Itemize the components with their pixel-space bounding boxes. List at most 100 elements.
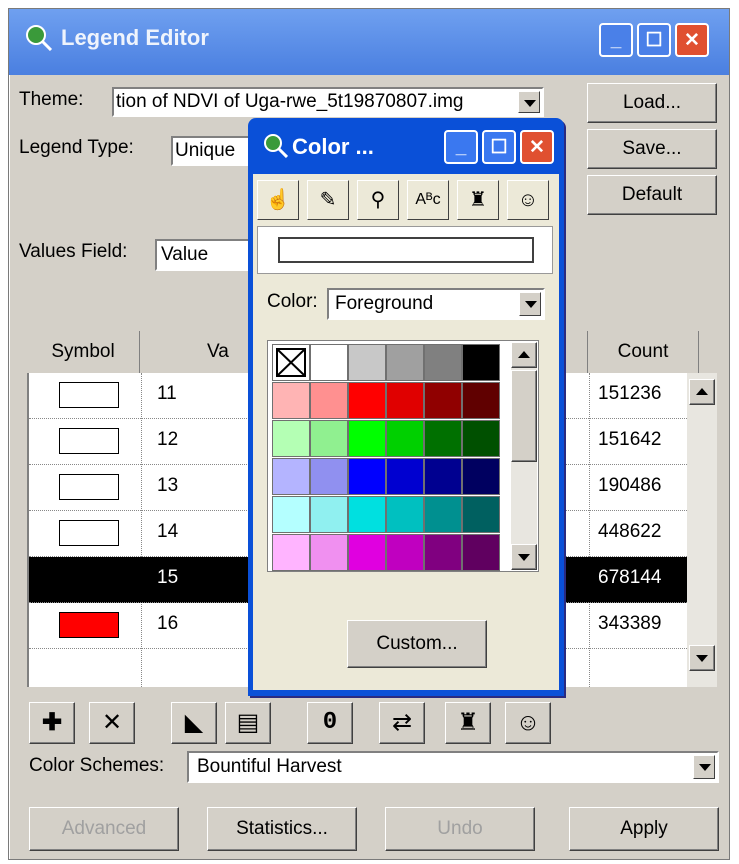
table-scrollbar[interactable] xyxy=(687,373,717,687)
palette-close-button[interactable]: ✕ xyxy=(520,130,554,164)
color-target-dropdown-arrow[interactable] xyxy=(519,292,541,316)
color-swatch[interactable] xyxy=(462,496,500,533)
symbol-swatch[interactable] xyxy=(59,520,119,546)
color-schemes-dropdown[interactable]: Bountiful Harvest xyxy=(187,751,719,783)
color-palette-title-bar[interactable]: Color ... _ ☐ ✕ xyxy=(248,118,564,174)
minimize-icon: _ xyxy=(455,137,467,158)
color-swatch[interactable] xyxy=(310,420,348,457)
color-swatch[interactable] xyxy=(348,382,386,419)
flip-symbols-button[interactable]: ⇄ xyxy=(379,702,425,744)
color-swatch[interactable] xyxy=(462,344,500,381)
values-field-label: Values Field: xyxy=(19,241,128,262)
count-cell: 151236 xyxy=(598,383,662,404)
scroll-up-button[interactable] xyxy=(689,379,715,405)
sort-ascending-button[interactable]: ◣ xyxy=(171,702,217,744)
theme-dropdown-arrow[interactable] xyxy=(518,91,540,113)
add-class-button[interactable]: ✚ xyxy=(29,702,75,744)
theme-dropdown[interactable]: tion of NDVI of Uga-rwe_5t19870807.img xyxy=(112,87,544,117)
maximize-button[interactable]: ☐ xyxy=(637,23,671,57)
sort-descending-button[interactable]: ▤ xyxy=(225,702,271,744)
color-swatch[interactable] xyxy=(462,458,500,495)
undo-button[interactable]: Undo xyxy=(385,807,535,851)
arrow-down-icon xyxy=(518,554,530,561)
color-swatch[interactable] xyxy=(272,534,310,571)
scroll-down-button[interactable] xyxy=(689,645,715,671)
color-swatch[interactable] xyxy=(310,534,348,571)
fill-tool-button[interactable]: ☝ xyxy=(257,180,299,220)
color-swatch[interactable] xyxy=(272,420,310,457)
color-swatch[interactable] xyxy=(386,420,424,457)
color-swatch[interactable] xyxy=(462,420,500,457)
symbol-swatch[interactable] xyxy=(59,474,119,500)
value-cell: 13 xyxy=(157,475,179,496)
zero-button[interactable]: 0 xyxy=(307,702,353,744)
text-icon: Aᴮc xyxy=(415,191,441,208)
text-tool-button[interactable]: Aᴮc xyxy=(407,180,449,220)
symbol-column-header[interactable]: Symbol xyxy=(27,331,140,373)
color-swatch[interactable] xyxy=(272,382,310,419)
color-swatch[interactable] xyxy=(348,344,386,381)
palette-button[interactable]: ☺ xyxy=(505,702,551,744)
count-cell: 448622 xyxy=(598,521,662,542)
color-swatch[interactable] xyxy=(462,382,500,419)
paint-bucket-icon: ♜ xyxy=(469,189,487,211)
swatch-scroll-up-button[interactable] xyxy=(511,342,537,368)
symbol-swatch[interactable] xyxy=(59,382,119,408)
load-button[interactable]: Load... xyxy=(587,83,717,123)
color-swatch[interactable] xyxy=(348,458,386,495)
default-button[interactable]: Default xyxy=(587,175,717,215)
count-column-header[interactable]: Count xyxy=(587,331,699,373)
color-swatch[interactable] xyxy=(462,534,500,571)
color-swatch[interactable] xyxy=(310,344,348,381)
palette-minimize-button[interactable]: _ xyxy=(444,130,478,164)
color-swatch[interactable] xyxy=(386,496,424,533)
color-swatch[interactable] xyxy=(386,344,424,381)
count-cell: 343389 xyxy=(598,613,662,634)
symbol-swatch[interactable] xyxy=(59,566,119,592)
color-swatch[interactable] xyxy=(386,382,424,419)
paint-tool-button[interactable]: ♜ xyxy=(457,180,499,220)
apply-button[interactable]: Apply xyxy=(569,807,719,851)
save-button[interactable]: Save... xyxy=(587,129,717,169)
advanced-button[interactable]: Advanced xyxy=(29,807,179,851)
color-swatch[interactable] xyxy=(424,344,462,381)
color-target-dropdown[interactable]: Foreground xyxy=(327,288,545,320)
pen-tool-button[interactable]: ✎ xyxy=(307,180,349,220)
palette-tool-button[interactable]: ☺ xyxy=(507,180,549,220)
color-swatch[interactable] xyxy=(348,534,386,571)
custom-color-button[interactable]: Custom... xyxy=(347,620,487,668)
color-schemes-dropdown-arrow[interactable] xyxy=(693,755,715,779)
color-swatch[interactable] xyxy=(424,534,462,571)
swatch-scroll-thumb[interactable] xyxy=(511,370,537,462)
palette-maximize-button[interactable]: ☐ xyxy=(482,130,516,164)
marker-icon: ⚲ xyxy=(370,189,386,211)
marker-tool-button[interactable]: ⚲ xyxy=(357,180,399,220)
color-swatch[interactable] xyxy=(386,534,424,571)
close-button[interactable]: ✕ xyxy=(675,23,709,57)
color-swatch[interactable] xyxy=(272,496,310,533)
statistics-button[interactable]: Statistics... xyxy=(207,807,357,851)
color-swatch[interactable] xyxy=(272,458,310,495)
swatch-scrollbar[interactable] xyxy=(511,342,537,570)
color-swatch[interactable] xyxy=(310,458,348,495)
delete-class-button[interactable]: ✕ xyxy=(89,702,135,744)
color-preview-frame xyxy=(257,226,553,274)
value-column-header[interactable]: Va xyxy=(207,331,229,373)
color-swatch[interactable] xyxy=(386,458,424,495)
color-swatch[interactable] xyxy=(424,496,462,533)
symbol-swatch[interactable] xyxy=(59,428,119,454)
color-swatch[interactable] xyxy=(348,496,386,533)
color-swatch[interactable] xyxy=(424,382,462,419)
swatch-scroll-down-button[interactable] xyxy=(511,544,537,570)
symbol-swatch[interactable] xyxy=(59,612,119,638)
legend-editor-title-bar[interactable]: Legend Editor _ ☐ ✕ xyxy=(9,9,729,75)
color-palette-body: ☝ ✎ ⚲ Aᴮc ♜ ☺ Color: Foreground Custom..… xyxy=(253,174,559,690)
fill-palette-button[interactable]: ♜ xyxy=(445,702,491,744)
minimize-button[interactable]: _ xyxy=(599,23,633,57)
color-swatch[interactable] xyxy=(424,420,462,457)
color-swatch[interactable] xyxy=(310,496,348,533)
color-swatch[interactable] xyxy=(310,382,348,419)
color-swatch[interactable] xyxy=(348,420,386,457)
color-swatch[interactable] xyxy=(424,458,462,495)
no-color-swatch[interactable] xyxy=(272,344,310,381)
